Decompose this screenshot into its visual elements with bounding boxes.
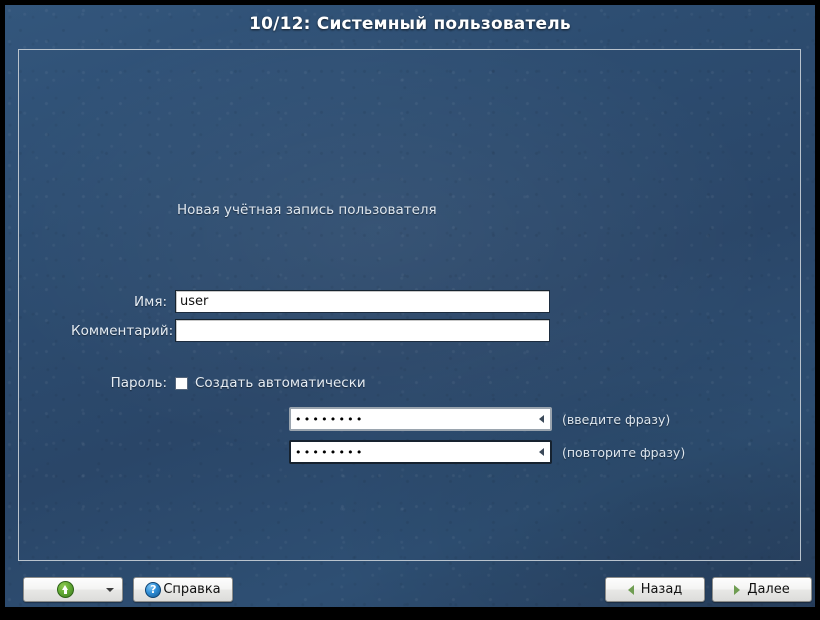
- page-title: 10/12: Системный пользователь: [249, 14, 571, 34]
- password-masked-value: ••••••••: [295, 412, 365, 426]
- form-heading: Новая учётная запись пользователя: [177, 202, 437, 218]
- name-field-row: Имя: user: [71, 290, 550, 313]
- comment-label: Комментарий:: [71, 322, 174, 339]
- name-label: Имя:: [134, 293, 167, 310]
- installer-window: 10/12: Системный пользователь Новая учёт…: [5, 5, 815, 607]
- question-mark-icon: ?: [145, 581, 162, 598]
- chevron-down-icon[interactable]: [106, 587, 114, 592]
- password-label-row: Пароль: Создать автоматически: [71, 375, 366, 391]
- triangle-right-icon: [734, 584, 741, 595]
- password-entry-row: •••••••• (введите фразу): [289, 407, 670, 431]
- auto-generate-label: Создать автоматически: [195, 375, 366, 391]
- user-account-form: Новая учётная запись пользователя Имя: u…: [19, 50, 802, 562]
- password-confirm-masked-value: ••••••••: [295, 445, 365, 459]
- next-button-label: Далее: [747, 582, 790, 597]
- comment-input[interactable]: [175, 319, 550, 342]
- help-button[interactable]: ? Справка: [133, 577, 233, 602]
- password-hint: (введите фразу): [562, 411, 671, 427]
- password-label: Пароль:: [110, 375, 167, 391]
- password-confirm-row: •••••••• (повторите фразу): [289, 440, 685, 464]
- caps-lock-indicator-icon: [539, 415, 544, 423]
- help-button-label: Справка: [163, 582, 221, 597]
- triangle-left-icon: [627, 584, 634, 595]
- screen: 10/12: Системный пользователь Новая учёт…: [0, 0, 820, 620]
- screenshot-dropdown-button[interactable]: [23, 577, 123, 602]
- green-up-arrow-icon: [56, 581, 74, 598]
- title-bar: 10/12: Системный пользователь: [5, 5, 815, 43]
- auto-generate-checkbox[interactable]: [175, 376, 188, 390]
- auto-generate-checkbox-row[interactable]: Создать автоматически: [175, 375, 366, 391]
- comment-field-row: Комментарий:: [71, 319, 550, 342]
- back-button-label: Назад: [640, 582, 683, 597]
- password-confirm-hint: (повторите фразу): [562, 444, 686, 460]
- password-confirm-input[interactable]: ••••••••: [289, 440, 552, 464]
- next-button[interactable]: Далее: [712, 577, 812, 602]
- content-frame: Новая учётная запись пользователя Имя: u…: [18, 49, 801, 561]
- name-input[interactable]: user: [175, 290, 550, 313]
- caps-lock-indicator-icon: [539, 448, 544, 456]
- back-button[interactable]: Назад: [605, 577, 705, 602]
- password-input[interactable]: ••••••••: [289, 407, 552, 431]
